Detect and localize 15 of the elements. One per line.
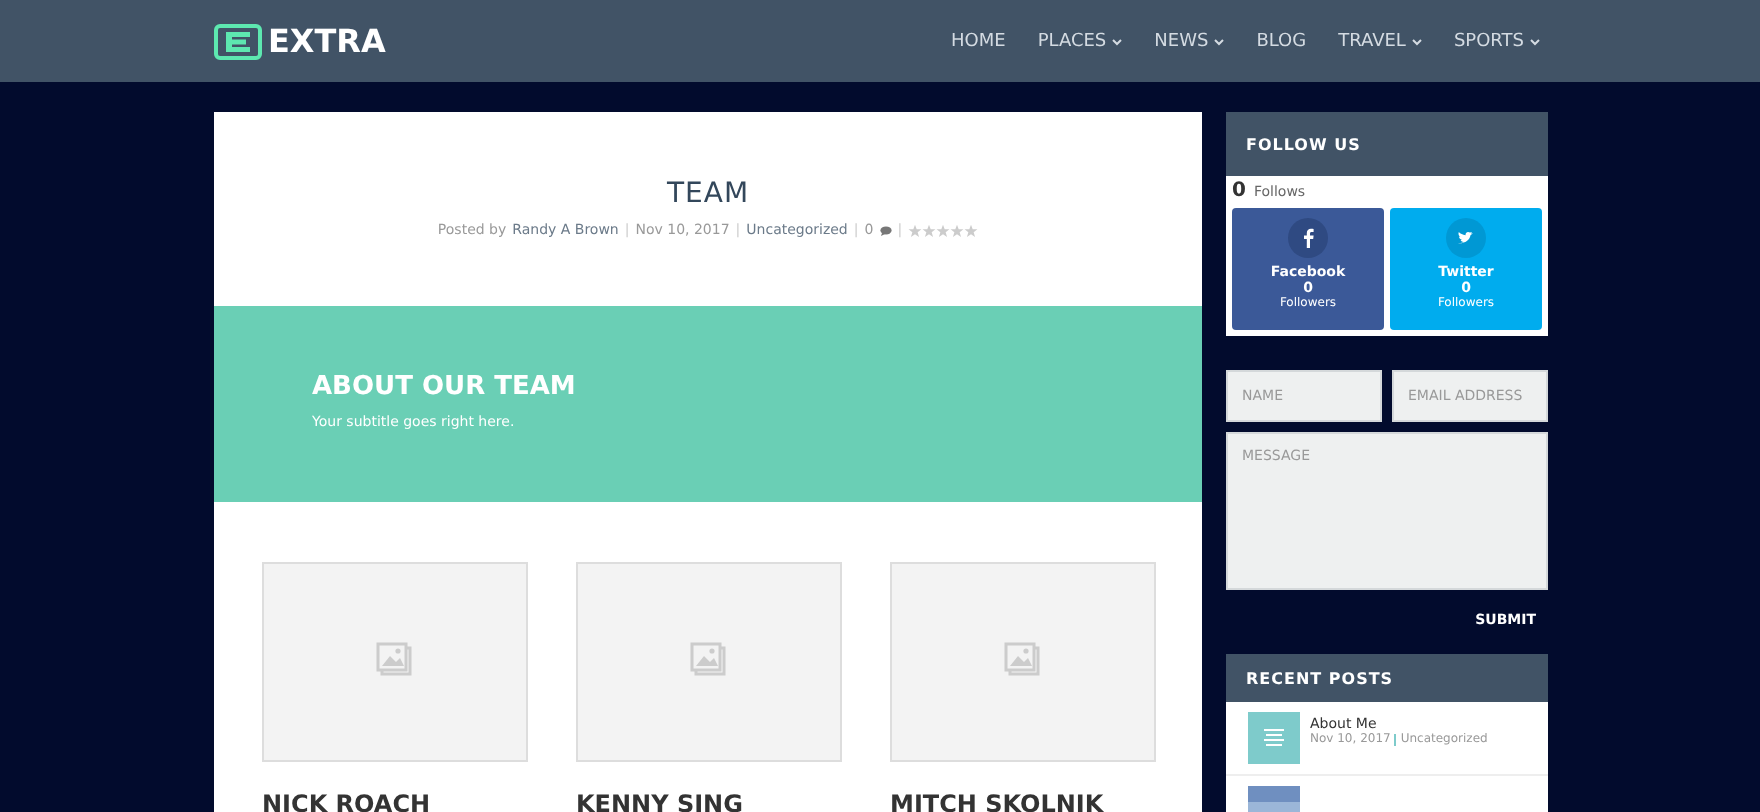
follow-count: 0 (1232, 180, 1246, 202)
logo-text: EXTRA (268, 22, 386, 60)
nav-link[interactable]: BLOG (1256, 31, 1307, 51)
nav-link[interactable]: HOME (951, 31, 1006, 51)
nav-link[interactable]: TRAVEL (1338, 31, 1422, 51)
nav-link[interactable]: NEWS (1154, 31, 1225, 51)
widget-title: FOLLOW US (1226, 112, 1548, 176)
widget-title: RECENT POSTS (1226, 654, 1548, 702)
member-name: MITCH SKOLNIK (890, 790, 1106, 812)
member-name: KENNY SING (576, 790, 745, 812)
post-title: TEAM (666, 178, 750, 210)
nav-link[interactable]: SPORTS (1453, 31, 1540, 51)
banner-title: ABOUT OUR TEAM (312, 372, 578, 402)
nav-link[interactable]: PLACES (1037, 31, 1123, 51)
member-name: NICK ROACH (262, 790, 433, 812)
